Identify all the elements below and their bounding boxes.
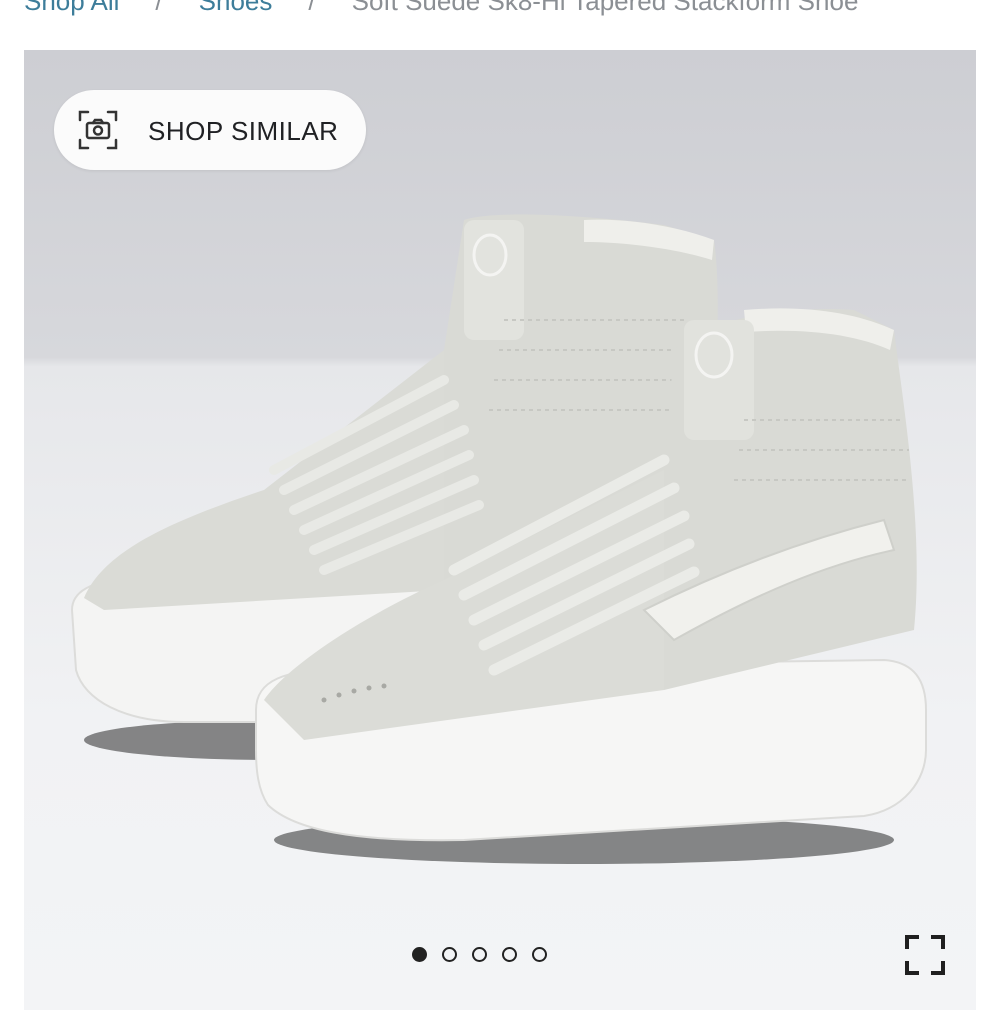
breadcrumb: Shop All / Shoes / Soft Suede Sk8-Hi Tap… [24, 0, 858, 16]
breadcrumb-separator: / [308, 0, 316, 16]
shop-similar-button[interactable]: SHOP SIMILAR [54, 90, 366, 170]
gallery-dot-1[interactable] [412, 946, 427, 962]
camera-scan-icon [78, 110, 118, 150]
fullscreen-icon[interactable] [904, 934, 946, 976]
product-image-gallery[interactable]: SHOP SIMILAR [24, 50, 976, 1010]
gallery-dot-3[interactable] [472, 946, 487, 962]
gallery-dot-5[interactable] [532, 946, 547, 962]
breadcrumb-shop-all[interactable]: Shop All [24, 0, 119, 17]
gallery-dot-4[interactable] [502, 946, 517, 962]
gallery-pagination [412, 942, 547, 966]
breadcrumb-current: Soft Suede Sk8-Hi Tapered Stackform Shoe [351, 0, 859, 16]
breadcrumb-shoes[interactable]: Shoes [199, 0, 273, 17]
gallery-dot-2[interactable] [442, 946, 457, 962]
shop-similar-label: SHOP SIMILAR [148, 116, 339, 146]
product-image[interactable] [24, 50, 976, 1010]
breadcrumb-separator: / [155, 0, 163, 16]
